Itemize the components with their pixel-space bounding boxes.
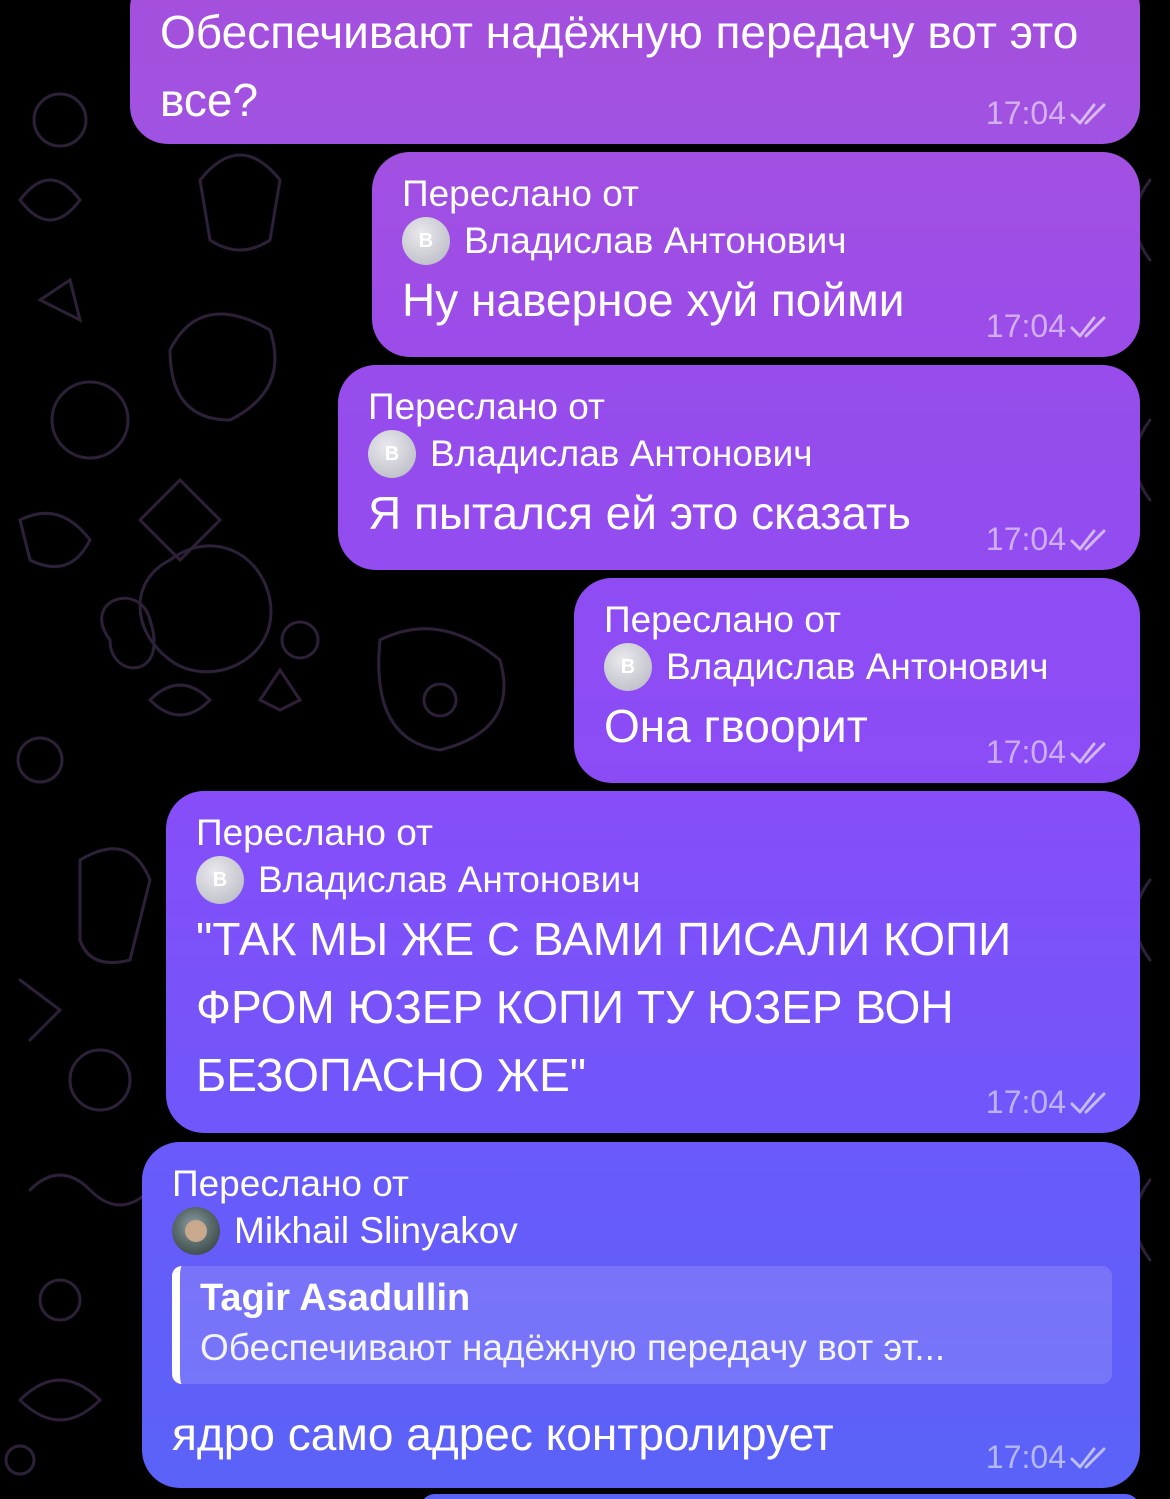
avatar: В xyxy=(604,643,652,691)
forwarded-label: Переслано от xyxy=(196,812,433,853)
forwarded-sender-name: Владислав Антонович xyxy=(666,646,1049,687)
message-meta: 17:04 xyxy=(986,734,1116,771)
message-meta: 17:04 xyxy=(986,521,1116,558)
forwarded-from[interactable]: В Владислав Антонович xyxy=(368,429,1100,479)
message-meta: 17:04 xyxy=(986,95,1116,132)
forwarded-label: Переслано от xyxy=(172,1163,409,1204)
message-text: "ТАК МЫ ЖЕ С ВАМИ ПИСАЛИ КОПИ ФРОМ ЮЗЕР … xyxy=(196,913,1012,1101)
message-bubble[interactable]: Переслано от В Владислав Антонович Ну на… xyxy=(372,152,1140,357)
forwarded-sender-name: Владислав Антонович xyxy=(430,433,813,474)
forwarded-label: Переслано от xyxy=(604,599,841,640)
reply-text: Обеспечивают надёжную передачу вот эт... xyxy=(200,1327,946,1368)
message-time: 17:04 xyxy=(985,1084,1066,1120)
double-check-icon xyxy=(1070,529,1106,550)
forwarded-from[interactable]: Mikhail Slinyakov xyxy=(172,1206,1110,1256)
double-check-icon xyxy=(1070,1092,1106,1113)
avatar: В xyxy=(368,430,416,478)
message-text: ядро само адрес контролирует xyxy=(172,1408,834,1460)
message-text: Обеспечивают надёжную передачу вот это в… xyxy=(160,6,1079,126)
message-time: 17:04 xyxy=(985,521,1066,557)
message-bubble[interactable]: Переслано от Mikhail Slinyakov Tagir Asa… xyxy=(142,1142,1140,1488)
message-bubble[interactable]: Переслано от В Владислав Антонович "ТАК … xyxy=(166,791,1140,1133)
message-bubble[interactable]: Переслано от В Владислав Антонович Я пыт… xyxy=(338,365,1140,570)
forwarded-label: Переслано от xyxy=(368,386,605,427)
message-time: 17:04 xyxy=(985,308,1066,344)
reply-quote[interactable]: Tagir Asadullin Обеспечивают надёжную пе… xyxy=(172,1266,1112,1384)
message-time: 17:04 xyxy=(985,734,1066,770)
message-bubble[interactable]: Обеспечивают надёжную передачу вот это в… xyxy=(130,0,1140,144)
avatar-photo xyxy=(172,1207,220,1255)
forwarded-from[interactable]: В Владислав Антонович xyxy=(402,216,1100,266)
double-check-icon xyxy=(1070,742,1106,763)
avatar: В xyxy=(402,217,450,265)
message-meta: 17:04 xyxy=(986,1084,1116,1121)
message-time: 17:04 xyxy=(985,95,1066,131)
message-meta: 17:04 xyxy=(986,1439,1116,1476)
forwarded-from[interactable]: В Владислав Антонович xyxy=(196,855,1100,905)
chat-view: Обеспечивают надёжную передачу вот это в… xyxy=(0,0,1170,1499)
double-check-icon xyxy=(1070,1447,1106,1468)
message-bubble[interactable]: Переслано от В Владислав Антонович Она г… xyxy=(574,578,1140,783)
forwarded-sender-name: Владислав Антонович xyxy=(464,220,847,261)
reply-author: Tagir Asadullin xyxy=(200,1277,471,1319)
next-message-bubble-edge xyxy=(420,1494,1140,1499)
forwarded-sender-name: Владислав Антонович xyxy=(258,859,641,900)
double-check-icon xyxy=(1070,103,1106,124)
forwarded-sender-name: Mikhail Slinyakov xyxy=(234,1210,518,1251)
forwarded-from[interactable]: В Владислав Антонович xyxy=(604,642,1110,692)
message-time: 17:04 xyxy=(985,1439,1066,1475)
forwarded-label: Переслано от xyxy=(402,173,639,214)
message-meta: 17:04 xyxy=(986,308,1116,345)
double-check-icon xyxy=(1070,316,1106,337)
avatar: В xyxy=(196,856,244,904)
